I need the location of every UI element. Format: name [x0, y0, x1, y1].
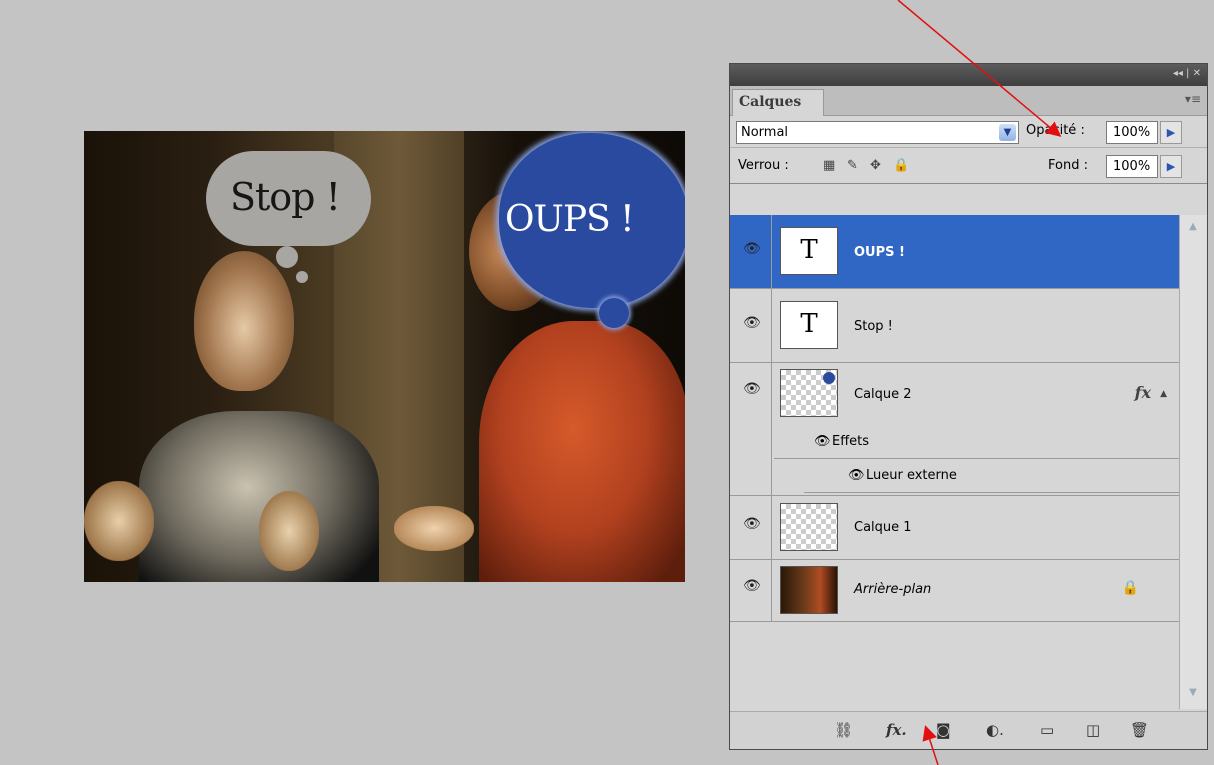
add-mask-icon[interactable]: ◙: [936, 721, 951, 739]
lock-all-icon[interactable]: 🔒: [893, 158, 909, 173]
lock-icon: 🔒: [1121, 580, 1139, 596]
bubble-tail: [296, 271, 308, 283]
blend-mode-select[interactable]: Normal ▼: [736, 121, 1019, 144]
layer-name: Calque 1: [854, 520, 912, 535]
effect-name: Lueur externe: [866, 468, 957, 483]
blue-dot: [823, 372, 835, 384]
tab-layers[interactable]: Calques: [732, 89, 824, 116]
bubble-tail: [599, 298, 629, 328]
eye-icon: 👁: [743, 315, 761, 331]
opacity-slider-button[interactable]: ▶: [1160, 121, 1182, 144]
layer-row-background[interactable]: 👁 Arrière-plan 🔒: [730, 560, 1179, 622]
bubble-text: Stop !: [230, 175, 341, 219]
lock-position-icon[interactable]: ✥: [870, 158, 881, 173]
layer-row-stop[interactable]: 👁 T Stop !: [730, 289, 1179, 363]
visibility-toggle[interactable]: 👁: [732, 215, 772, 288]
layers-panel: ◂◂ | ✕ Calques ▾≡ Normal ▼ Opacité : 100…: [729, 63, 1208, 750]
blend-row: Normal ▼ Opacité : 100% ▶: [730, 116, 1207, 148]
layer-name: Stop !: [854, 319, 893, 334]
link-layers-icon[interactable]: ⛓: [834, 721, 853, 739]
panel-collapse-close-icon[interactable]: ◂◂ | ✕: [1173, 68, 1201, 79]
person-right-body: [479, 321, 685, 582]
eye-icon[interactable]: 👁: [848, 468, 865, 483]
opacity-label: Opacité :: [1026, 123, 1085, 138]
eye-icon: 👁: [743, 516, 761, 532]
layer-name: OUPS !: [854, 245, 905, 260]
eye-icon[interactable]: 👁: [814, 434, 831, 449]
panel-tabbar: Calques ▾≡: [730, 86, 1207, 116]
scroll-up-icon[interactable]: ▲: [1183, 221, 1203, 239]
person-left-hand: [259, 491, 319, 571]
chevron-down-icon[interactable]: ▼: [999, 124, 1016, 141]
lock-row: Verrou : ▦ ✎ ✥ 🔒 Fond : 100% ▶: [730, 148, 1207, 184]
effects-label: Effets: [832, 434, 870, 449]
visibility-toggle[interactable]: 👁: [732, 496, 772, 559]
bubble-tail: [276, 246, 298, 268]
person-left-hand: [84, 481, 154, 561]
effect-row-outer-glow[interactable]: 👁 Lueur externe: [804, 459, 1179, 493]
layer-thumbnail: [780, 503, 838, 551]
lock-transparency-icon[interactable]: ▦: [823, 158, 835, 173]
expand-triangle-icon[interactable]: ▲: [1160, 389, 1167, 399]
fill-input[interactable]: 100%: [1106, 155, 1158, 178]
layer-name: Arrière-plan: [854, 582, 932, 597]
eye-icon: 👁: [743, 578, 761, 594]
person-left-head: [194, 251, 294, 391]
lock-label: Verrou :: [738, 158, 789, 173]
bubble-text: OUPS !: [505, 199, 635, 240]
trash-icon[interactable]: 🗑: [1130, 721, 1149, 739]
scroll-down-icon[interactable]: ▼: [1183, 687, 1203, 705]
opacity-input[interactable]: 100%: [1106, 121, 1158, 144]
visibility-toggle[interactable]: 👁: [732, 289, 772, 362]
eye-icon: 👁: [743, 381, 761, 397]
layer-row-calque-2[interactable]: 👁 Calque 2 fx ▲ 👁 Effets 👁 Lueur externe: [730, 363, 1179, 496]
speech-bubble-stop: Stop !: [206, 151, 371, 283]
layer-thumbnail: [780, 566, 838, 614]
effects-row[interactable]: 👁 Effets: [774, 425, 1179, 459]
new-group-icon[interactable]: ▭: [1040, 721, 1054, 739]
visibility-toggle[interactable]: 👁: [732, 363, 772, 495]
lock-pixels-icon[interactable]: ✎: [847, 158, 858, 173]
layers-scrollbar[interactable]: ▲ ▼: [1179, 215, 1207, 709]
fx-add-style-icon[interactable]: fx.: [886, 721, 907, 739]
layer-thumbnail: [780, 369, 838, 417]
fx-icon[interactable]: fx: [1135, 383, 1151, 402]
layer-name: Calque 2: [854, 387, 912, 402]
blend-mode-value: Normal: [741, 125, 789, 140]
layer-row-calque-1[interactable]: 👁 Calque 1: [730, 496, 1179, 560]
text-layer-thumbnail: T: [780, 301, 838, 349]
panel-menu-icon[interactable]: ▾≡: [1185, 92, 1201, 106]
speech-bubble-oups: OUPS !: [499, 133, 685, 333]
fill-label: Fond :: [1048, 158, 1088, 173]
canvas-image: Stop ! OUPS !: [84, 131, 685, 582]
adjustment-layer-icon[interactable]: ◐.: [986, 721, 1004, 739]
eye-icon: 👁: [743, 241, 761, 257]
panel-bottom-bar: ⛓ fx. ◙ ◐. ▭ ◫ 🗑: [730, 711, 1207, 749]
fill-slider-button[interactable]: ▶: [1160, 155, 1182, 178]
person-right-hands: [394, 506, 474, 551]
panel-titlebar: ◂◂ | ✕: [730, 64, 1207, 86]
text-layer-thumbnail: T: [780, 227, 838, 275]
new-layer-icon[interactable]: ◫: [1086, 721, 1100, 739]
layer-row-oups[interactable]: 👁 T OUPS !: [730, 215, 1179, 289]
visibility-toggle[interactable]: 👁: [732, 560, 772, 621]
layers-list: 👁 T OUPS ! 👁 T Stop ! 👁 Calque 2 fx ▲ 👁 …: [730, 215, 1179, 709]
